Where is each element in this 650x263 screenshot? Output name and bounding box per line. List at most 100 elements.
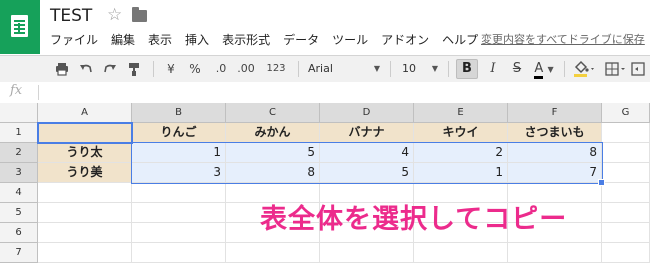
cell-empty[interactable] [508, 243, 602, 263]
fill-color-icon[interactable] [572, 56, 598, 82]
row-header-2[interactable]: 2 [0, 143, 38, 163]
cell-g2[interactable] [602, 143, 650, 163]
document-title[interactable]: TEST [50, 6, 92, 26]
font-family-select[interactable]: Arial ▼ [308, 56, 384, 82]
row-header-7[interactable]: 7 [0, 243, 38, 263]
cell-f1[interactable]: さつまいも [508, 123, 602, 143]
merge-cells-icon[interactable] [630, 56, 646, 82]
row-header-6[interactable]: 6 [0, 223, 38, 243]
paint-format-icon[interactable] [124, 56, 144, 82]
borders-icon[interactable] [604, 56, 628, 82]
cell-empty[interactable] [38, 203, 132, 223]
cell-c1[interactable]: みかん [226, 123, 320, 143]
folder-icon[interactable] [132, 7, 147, 22]
text-color-letter: A [534, 62, 544, 79]
cell-e1[interactable]: キウイ [414, 123, 508, 143]
strikethrough-button[interactable]: S [508, 56, 526, 82]
column-header-g[interactable]: G [602, 103, 650, 123]
cell-d2[interactable]: 4 [320, 143, 414, 163]
cell-e2[interactable]: 2 [414, 143, 508, 163]
row-header-4[interactable]: 4 [0, 183, 38, 203]
text-color-button[interactable]: A ▼ [532, 56, 556, 82]
more-formats-label: 123 [266, 63, 286, 74]
app-header: TEST ☆ ファイル 編集 表示 挿入 表示形式 データ ツール アドオン ヘ… [0, 0, 650, 54]
cell-empty[interactable] [38, 183, 132, 203]
menu-tools[interactable]: ツール [332, 31, 368, 48]
cell-empty[interactable] [226, 243, 320, 263]
cell-e3[interactable]: 1 [414, 163, 508, 183]
cell-a2[interactable]: うり太 [38, 143, 132, 163]
cell-empty[interactable] [414, 243, 508, 263]
redo-icon[interactable] [100, 56, 120, 82]
print-icon[interactable] [52, 56, 72, 82]
row-header-1[interactable]: 1 [0, 123, 38, 143]
cell-d3[interactable]: 5 [320, 163, 414, 183]
column-header-f[interactable]: F [508, 103, 602, 123]
cell-empty[interactable] [38, 243, 132, 263]
decimal-increase-button[interactable]: .00 [234, 56, 258, 82]
sheets-logo-icon[interactable] [0, 0, 40, 54]
toolbar: ¥ % .0 .00 123 ▼ Arial ▼ 10 ▼ B I S A ▼ [0, 55, 650, 99]
font-family-value: Arial [308, 62, 333, 75]
formula-divider [38, 85, 39, 100]
cell-empty[interactable] [602, 203, 650, 223]
cell-a3[interactable]: うり美 [38, 163, 132, 183]
chevron-down-icon: ▼ [431, 64, 438, 73]
percent-button[interactable]: % [186, 56, 204, 82]
menu-file[interactable]: ファイル [50, 31, 98, 48]
cell-f3[interactable]: 7 [508, 163, 602, 183]
fill-handle[interactable] [598, 179, 605, 186]
cell-empty[interactable] [132, 243, 226, 263]
cell-empty[interactable] [602, 223, 650, 243]
row-header-5[interactable]: 5 [0, 203, 38, 223]
more-formats-button[interactable]: 123 ▼ [262, 56, 290, 99]
italic-button[interactable]: I [484, 56, 502, 82]
cell-d1[interactable]: バナナ [320, 123, 414, 143]
select-all-corner[interactable] [0, 103, 38, 123]
font-size-value: 10 [402, 62, 416, 75]
cell-g1[interactable] [602, 123, 650, 143]
column-header-e[interactable]: E [414, 103, 508, 123]
fx-icon: fx [10, 83, 23, 98]
cell-empty[interactable] [38, 223, 132, 243]
font-size-select[interactable]: 10 ▼ [402, 56, 440, 82]
decimal-decrease-button[interactable]: .0 [210, 56, 232, 82]
cell-empty[interactable] [602, 183, 650, 203]
cell-empty[interactable] [132, 183, 226, 203]
cell-c2[interactable]: 5 [226, 143, 320, 163]
menu-edit[interactable]: 編集 [111, 31, 135, 48]
menu-format[interactable]: 表示形式 [222, 31, 270, 48]
cell-f2[interactable]: 8 [508, 143, 602, 163]
column-header-d[interactable]: D [320, 103, 414, 123]
formula-input[interactable] [44, 84, 650, 101]
cell-empty[interactable] [320, 243, 414, 263]
menu-bar: ファイル 編集 表示 挿入 表示形式 データ ツール アドオン ヘルプ [50, 31, 491, 48]
currency-button[interactable]: ¥ [162, 56, 180, 82]
column-header-c[interactable]: C [226, 103, 320, 123]
cell-b1[interactable]: りんご [132, 123, 226, 143]
chevron-down-icon: ▼ [373, 64, 380, 73]
menu-addons[interactable]: アドオン [381, 31, 429, 48]
star-icon[interactable]: ☆ [107, 5, 122, 25]
menu-data[interactable]: データ [283, 31, 319, 48]
menu-insert[interactable]: 挿入 [185, 31, 209, 48]
cell-empty[interactable] [132, 203, 226, 223]
annotation-text: 表全体を選択してコピー [260, 204, 568, 235]
undo-icon[interactable] [76, 56, 96, 82]
save-status-link[interactable]: 変更内容をすべてドライブに保存 [481, 31, 645, 47]
column-header-b[interactable]: B [132, 103, 226, 123]
chevron-down-icon: ▼ [547, 65, 554, 74]
menu-view[interactable]: 表示 [148, 31, 172, 48]
row-header-3[interactable]: 3 [0, 163, 38, 183]
cell-b2[interactable]: 1 [132, 143, 226, 163]
cell-c3[interactable]: 8 [226, 163, 320, 183]
cell-empty[interactable] [602, 243, 650, 263]
cell-empty[interactable] [132, 223, 226, 243]
formula-bar: fx [0, 82, 650, 104]
column-header-a[interactable]: A [38, 103, 132, 123]
cell-b3[interactable]: 3 [132, 163, 226, 183]
cell-a1[interactable] [38, 123, 132, 143]
menu-help[interactable]: ヘルプ [442, 31, 478, 48]
cell-g3[interactable] [602, 163, 650, 183]
bold-button[interactable]: B [456, 59, 478, 79]
